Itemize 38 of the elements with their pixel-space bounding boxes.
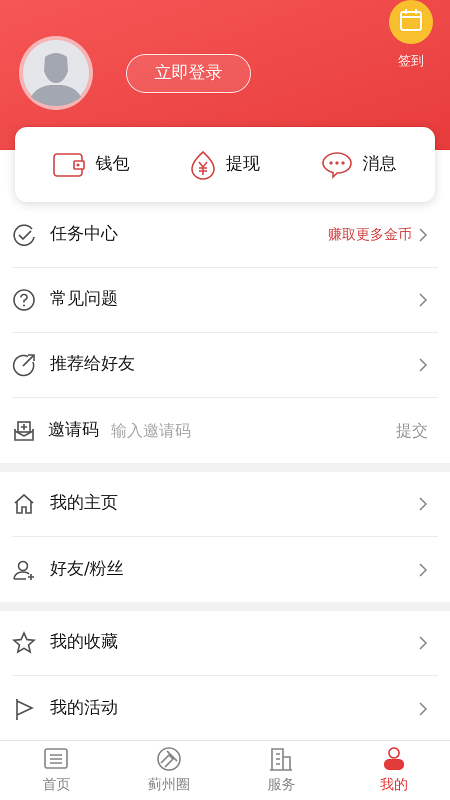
menu-item-label[interactable]: 推荐给好友	[50, 352, 135, 378]
hint-text: 赚取更多金币	[328, 226, 412, 244]
chevron-right-icon	[418, 496, 428, 512]
star-icon	[12, 631, 36, 655]
user-add-icon	[12, 558, 36, 582]
menu-item-label[interactable]: 我的活动	[50, 696, 118, 722]
chevron-right-icon	[418, 562, 428, 578]
tab[interactable]: 我的	[338, 741, 450, 800]
menu-item-label: 邀请码	[48, 418, 99, 442]
check-circle-icon	[12, 223, 36, 247]
wallet-icon	[53, 152, 86, 178]
chevron-right-icon	[418, 292, 428, 308]
calendar-icon[interactable]	[389, 0, 433, 44]
chevron-right-icon	[418, 635, 428, 651]
avatar-icon	[18, 35, 94, 111]
menu-item-label[interactable]: 任务中心	[50, 222, 118, 248]
menu-item-label[interactable]: 好友/粉丝	[50, 556, 124, 582]
chevron-right-icon	[418, 357, 428, 373]
menu-item-label[interactable]: 常见问题	[50, 287, 118, 313]
quick-action-label[interactable]: 提现	[226, 152, 260, 178]
chevron-right-icon	[418, 227, 428, 243]
quick-action-label[interactable]: 消息	[362, 152, 397, 178]
tab[interactable]: 蓟州圈	[112, 741, 225, 800]
tab[interactable]: 服务	[225, 741, 338, 800]
home-icon	[12, 492, 36, 516]
chevron-right-icon	[418, 700, 428, 716]
checkin-label: 签到	[398, 53, 424, 71]
chat-icon	[320, 150, 353, 178]
yen-drop-icon	[190, 150, 216, 180]
menu-item-label[interactable]: 我的主页	[50, 491, 118, 517]
quick-action-label[interactable]: 钱包	[95, 152, 130, 178]
inbox-plus-icon	[12, 418, 36, 442]
invite-code-field[interactable]: 输入邀请码	[111, 418, 396, 442]
menu-item-label[interactable]: 我的收藏	[50, 630, 118, 656]
help-icon	[12, 288, 36, 312]
share-arrow-icon	[12, 353, 36, 377]
ring-icon	[154, 745, 183, 773]
tab[interactable]: 首页	[0, 741, 112, 800]
